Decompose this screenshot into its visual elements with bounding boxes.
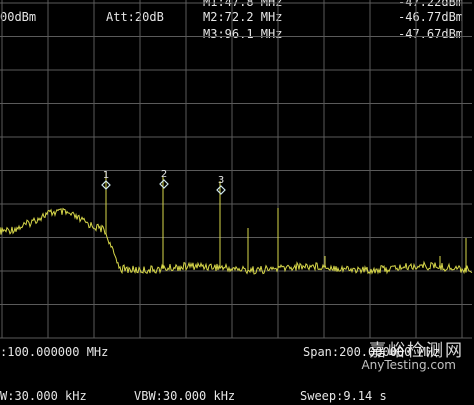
marker-2-label: 2 (161, 169, 167, 180)
marker-3-label: 3 (218, 175, 224, 186)
marker-3-diamond (216, 185, 226, 195)
marker-1-label: 1 (103, 170, 109, 181)
graticule-grid (0, 0, 472, 339)
spectrum-trace (0, 171, 473, 275)
vbw-readout: VBW:30.000 kHz (134, 389, 236, 403)
center-frequency-readout: :100.000000 MHz (0, 345, 109, 359)
sweep-time-readout: Sweep:9.14 s (300, 389, 387, 403)
watermark-site: AnyTesting.com (361, 358, 456, 372)
rbw-readout: W:30.000 kHz (0, 389, 87, 403)
marker-2-diamond (159, 179, 169, 189)
